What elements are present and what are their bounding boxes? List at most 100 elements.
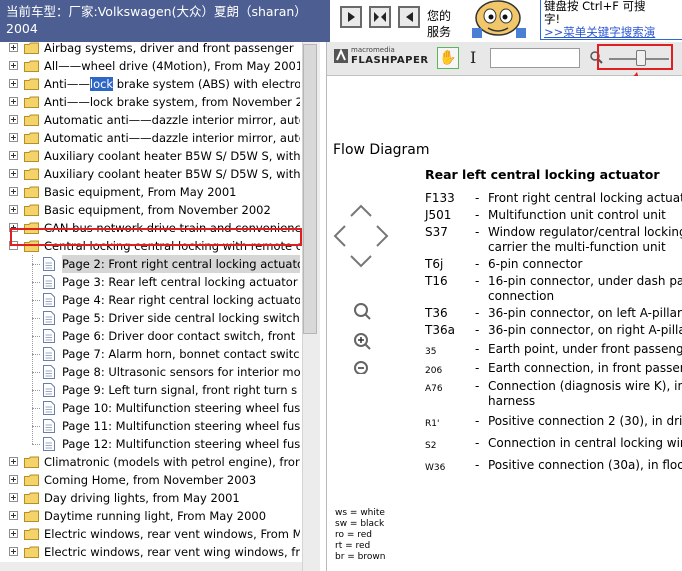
- tree-item-label: Automatic anti——dazzle interior mirror, …: [44, 113, 300, 127]
- entry-code: A76: [425, 384, 443, 394]
- tree-connector: [32, 408, 40, 409]
- entry-code: S2: [425, 441, 437, 451]
- pan-down-icon[interactable]: [350, 255, 372, 268]
- expand-icon[interactable]: [9, 133, 18, 142]
- tree-folder-item[interactable]: All——wheel drive (4Motion), From May 200…: [0, 57, 300, 75]
- entry-code: T6j: [425, 257, 444, 271]
- tree-page-item[interactable]: Page 12: Multifunction steering wheel fu…: [0, 435, 300, 453]
- tree-folder-item[interactable]: Electric windows, rear vent wing windows…: [0, 543, 300, 561]
- arrows-inward-icon: [374, 12, 386, 22]
- tree-page-item[interactable]: Page 2: Front right central locking actu…: [0, 255, 300, 273]
- expand-icon[interactable]: [9, 511, 18, 520]
- nav-expand-button[interactable]: [369, 6, 391, 28]
- entry-code: 35: [425, 347, 437, 357]
- tip-link[interactable]: >>菜单关键字搜索演: [544, 26, 682, 39]
- folder-icon: [24, 114, 39, 126]
- tree-item-label: Auxiliary coolant heater B5W S/ D5W S, w…: [44, 149, 300, 163]
- tree-folder-item[interactable]: Electric windows, rear vent windows, Fro…: [0, 525, 300, 543]
- page-icon: [43, 437, 55, 451]
- tree-folder-item[interactable]: Basic equipment, from November 2002: [0, 201, 300, 219]
- expand-icon[interactable]: [9, 169, 18, 178]
- flow-diagram-title: Flow Diagram: [333, 142, 430, 158]
- horizontal-scrollbar[interactable]: [0, 562, 302, 571]
- page-icon: [43, 311, 55, 325]
- search-tip-box: 键盘按 Ctrl+F 可搜 字! >>菜单关键字搜索演: [540, 0, 682, 40]
- tree-folder-item[interactable]: Anti——lock brake system (ABS) with elect…: [0, 75, 300, 93]
- folder-icon: [24, 150, 39, 162]
- tree-item-label: Page 3: Rear left central locking actuat…: [62, 275, 298, 289]
- document-content: Flow Diagram Rear left central locking a…: [327, 76, 682, 571]
- tree-folder-item[interactable]: Automatic anti——dazzle interior mirror, …: [0, 129, 300, 147]
- folder-icon: [24, 42, 39, 54]
- entry-desc-line: Earth connection, in front passen: [488, 361, 682, 375]
- expand-icon[interactable]: [9, 115, 18, 124]
- zoom-fit-icon[interactable]: [354, 303, 371, 320]
- tree-page-item[interactable]: Page 4: Rear right central locking actua…: [0, 291, 300, 309]
- expand-icon[interactable]: [9, 151, 18, 160]
- expand-icon[interactable]: [9, 187, 18, 196]
- logo-brand-text: macromedia: [351, 46, 395, 54]
- folder-icon: [24, 78, 39, 90]
- expand-icon[interactable]: [9, 205, 18, 214]
- expand-icon[interactable]: [9, 529, 18, 538]
- tree-item-label: Electric windows, rear vent wing windows…: [44, 545, 300, 559]
- tree-folder-item[interactable]: Auxiliary coolant heater B5W S/ D5W S, w…: [0, 165, 300, 183]
- entry-dash: -: [475, 379, 480, 393]
- tree-page-item[interactable]: Page 9: Left turn signal, front right tu…: [0, 381, 300, 399]
- current-vehicle-label: 当前车型：厂家:Volkswagen(大众）夏朗（sharan）2004: [0, 0, 330, 42]
- entry-desc-line: Front right central locking actuator: [488, 191, 682, 205]
- folder-icon: [24, 96, 39, 108]
- pan-up-icon[interactable]: [350, 204, 372, 217]
- folder-icon: [24, 186, 39, 198]
- tree-page-item[interactable]: Page 3: Rear left central locking actuat…: [0, 273, 300, 291]
- entry-dash: -: [475, 274, 480, 288]
- tree-folder-item[interactable]: Climatronic (models with petrol engine),…: [0, 453, 300, 471]
- expand-icon[interactable]: [9, 457, 18, 466]
- hand-tool-button[interactable]: ✋: [437, 47, 459, 69]
- text-select-tool-icon[interactable]: I: [470, 48, 476, 67]
- tree-folder-item[interactable]: Coming Home, from November 2003: [0, 471, 300, 489]
- pan-right-icon[interactable]: [376, 225, 389, 247]
- tree-folder-item[interactable]: Daytime running light, From May 2000: [0, 507, 300, 525]
- search-highlight: lock: [89, 77, 114, 91]
- expand-icon[interactable]: [9, 79, 18, 88]
- find-input[interactable]: [490, 48, 580, 68]
- expand-icon[interactable]: [9, 61, 18, 70]
- tree-connector: [32, 390, 40, 391]
- tree-page-item[interactable]: Page 10: Multifunction steering wheel fu…: [0, 399, 300, 417]
- tree-item-label: Page 8: Ultrasonic sensors for interior …: [62, 365, 300, 379]
- nav-next-button[interactable]: [340, 6, 362, 28]
- entry-description: Positive connection 2 (30), in driv: [488, 414, 682, 429]
- entry-code: 206: [425, 366, 443, 376]
- tree-folder-item[interactable]: Automatic anti——dazzle interior mirror, …: [0, 111, 300, 129]
- entry-desc-line: 36-pin connector, on left A-pillar: [488, 306, 682, 320]
- tree-connector: [32, 444, 40, 445]
- tree-connector: [32, 300, 40, 301]
- nav-prev-button[interactable]: [398, 6, 420, 28]
- expand-icon[interactable]: [9, 475, 18, 484]
- zoom-out-icon[interactable]: [354, 361, 368, 374]
- tree-folder-item[interactable]: Basic equipment, From May 2001: [0, 183, 300, 201]
- color-legend-entry: ro = red: [335, 530, 373, 540]
- tree-item-label: Page 11: Multifunction steering wheel fu…: [62, 419, 300, 433]
- tree-folder-item[interactable]: Day driving lights, from May 2001: [0, 489, 300, 507]
- tree-folder-item[interactable]: Auxiliary coolant heater B5W S/ D5W S, w…: [0, 147, 300, 165]
- tree-page-item[interactable]: Page 7: Alarm horn, bonnet contact switc: [0, 345, 300, 363]
- tree-page-item[interactable]: Page 8: Ultrasonic sensors for interior …: [0, 363, 300, 381]
- expand-icon[interactable]: [9, 97, 18, 106]
- tree-item-label: Automatic anti——dazzle interior mirror, …: [44, 131, 300, 145]
- expand-icon[interactable]: [9, 43, 18, 52]
- tree-folder-item[interactable]: Airbag systems, driver and front passeng…: [0, 42, 300, 57]
- tree-page-item[interactable]: Page 6: Driver door contact switch, fron…: [0, 327, 300, 345]
- vertical-scrollbar-thumb[interactable]: [303, 44, 317, 334]
- tree-page-item[interactable]: Page 5: Driver side central locking swit…: [0, 309, 300, 327]
- expand-icon[interactable]: [9, 493, 18, 502]
- tree-connector: [32, 372, 40, 373]
- tree-page-item[interactable]: Page 11: Multifunction steering wheel fu…: [0, 417, 300, 435]
- tree-folder-item[interactable]: Anti——lock brake system, from November 2: [0, 93, 300, 111]
- page-icon: [43, 419, 55, 433]
- zoom-in-icon[interactable]: [354, 333, 371, 350]
- pan-left-icon[interactable]: [333, 225, 346, 247]
- tree-item-label: Anti——lock brake system (ABS) with elect…: [44, 75, 300, 93]
- expand-icon[interactable]: [9, 547, 18, 556]
